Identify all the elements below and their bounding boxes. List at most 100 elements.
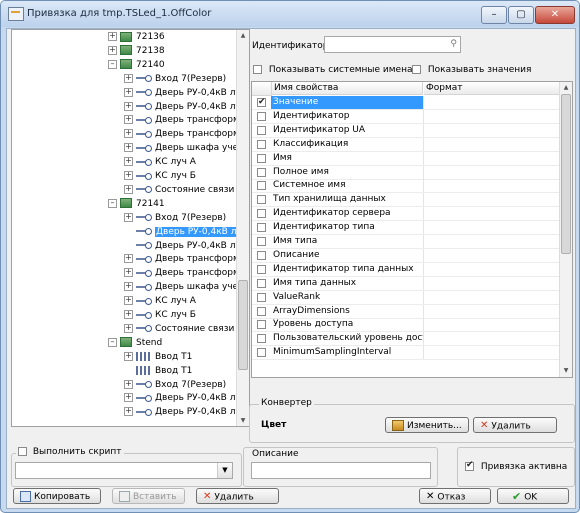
property-format[interactable]: [423, 248, 560, 262]
expand-icon[interactable]: +: [124, 407, 133, 417]
copy-button[interactable]: Копировать: [13, 488, 101, 504]
expand-icon[interactable]: +: [124, 143, 133, 153]
expand-icon[interactable]: +: [124, 184, 133, 194]
close-button[interactable]: ✕: [535, 6, 575, 24]
property-checkbox[interactable]: [257, 320, 266, 330]
property-format[interactable]: [423, 235, 560, 248]
expand-icon[interactable]: +: [124, 393, 133, 403]
property-row[interactable]: Идентификатор: [252, 109, 560, 124]
expand-icon[interactable]: +: [124, 101, 133, 111]
property-checkbox[interactable]: [257, 125, 266, 135]
tree-item[interactable]: + Дверь трансформато: [124, 267, 249, 281]
property-format[interactable]: [423, 221, 560, 235]
search-icon[interactable]: ⚲: [450, 39, 457, 49]
expand-icon[interactable]: +: [108, 32, 117, 41]
ok-button[interactable]: ✔ OK: [497, 488, 569, 504]
property-row[interactable]: Имя: [252, 151, 560, 166]
tree-item[interactable]: + Вход 7(Резерв): [124, 379, 226, 393]
expand-icon[interactable]: +: [124, 254, 133, 264]
maximize-button[interactable]: ▢: [508, 6, 534, 24]
grid-scroll-up-icon[interactable]: ▲: [560, 82, 572, 93]
run-script-checkbox[interactable]: [18, 447, 27, 456]
collapse-icon[interactable]: –: [108, 59, 117, 69]
tree-item[interactable]: – 72140: [108, 59, 165, 73]
property-format[interactable]: [423, 262, 560, 276]
property-format[interactable]: [423, 193, 560, 207]
expand-icon[interactable]: +: [124, 379, 133, 389]
column-header-format[interactable]: Формат: [424, 82, 560, 95]
delete-converter-button[interactable]: ✕ Удалить: [473, 417, 557, 433]
tree-item[interactable]: + Дверь РУ-0,4кВ луч Б: [124, 101, 249, 115]
property-row[interactable]: Уровень доступа: [252, 318, 560, 333]
minimize-button[interactable]: –: [481, 6, 507, 24]
tree-scrollbar[interactable]: ▲ ▼: [236, 30, 249, 426]
show-values-option[interactable]: Показывать значения: [412, 65, 531, 75]
property-checkbox[interactable]: [257, 96, 266, 109]
tree-item[interactable]: + Вход 7(Резерв): [124, 73, 226, 87]
property-format[interactable]: [423, 304, 560, 318]
expand-icon[interactable]: +: [124, 296, 133, 306]
dropdown-arrow-icon[interactable]: ▼: [217, 463, 232, 478]
property-checkbox[interactable]: [257, 348, 266, 358]
tree-item[interactable]: + Дверь трансформато: [124, 253, 249, 267]
property-row[interactable]: ArrayDimensions: [252, 304, 560, 319]
tree-item[interactable]: + Дверь трансформато: [124, 114, 249, 128]
scroll-up-arrow-icon[interactable]: ▲: [237, 30, 249, 41]
property-format[interactable]: [423, 207, 560, 221]
property-row[interactable]: Тип хранилища данных: [252, 193, 560, 208]
property-checkbox[interactable]: [257, 153, 266, 163]
tree-item[interactable]: + КС луч А: [124, 156, 196, 170]
property-format[interactable]: [423, 96, 560, 109]
delete-button[interactable]: ✕ Удалить: [196, 488, 279, 504]
binding-active-checkbox[interactable]: [465, 460, 474, 471]
property-checkbox[interactable]: [257, 139, 266, 149]
property-format[interactable]: [423, 179, 560, 193]
property-checkbox[interactable]: [257, 111, 266, 121]
expand-icon[interactable]: +: [124, 129, 133, 139]
expand-icon[interactable]: +: [108, 45, 117, 55]
properties-grid[interactable]: Имя свойства Формат ЗначениеИдентификато…: [251, 81, 573, 378]
tree-item[interactable]: + Дверь РУ-0,4кВ луч Б: [124, 406, 249, 420]
property-row[interactable]: Идентификатор типа: [252, 221, 560, 236]
property-checkbox[interactable]: [257, 209, 266, 219]
tree-item[interactable]: + КС луч А: [124, 295, 196, 309]
property-checkbox[interactable]: [257, 223, 266, 233]
tree-item[interactable]: Ввод Т1: [124, 365, 192, 379]
cancel-button[interactable]: ✕ Отказ: [419, 488, 491, 504]
title-bar[interactable]: Привязка для tmp.TSLed_1.OffColor – ▢ ✕: [1, 1, 579, 27]
show-values-checkbox[interactable]: [412, 65, 421, 74]
tree-item[interactable]: + Ввод Т1: [124, 351, 192, 365]
grid-scroll-down-icon[interactable]: ▼: [560, 365, 572, 376]
identifier-field[interactable]: ⚲: [324, 36, 461, 53]
tree-item[interactable]: + Дверь РУ-0,4кВ луч А: [124, 392, 249, 406]
expand-icon[interactable]: +: [124, 73, 133, 83]
tree-item[interactable]: + Дверь шкафа учета: [124, 142, 249, 156]
column-header-name[interactable]: Имя свойства: [272, 82, 423, 95]
property-format[interactable]: [423, 290, 560, 304]
property-checkbox[interactable]: [257, 237, 266, 246]
collapse-icon[interactable]: –: [108, 337, 117, 347]
tree-item[interactable]: – Stend: [108, 337, 162, 351]
grid-scrollbar[interactable]: ▲ ▼: [559, 82, 572, 377]
property-checkbox[interactable]: [257, 264, 266, 274]
property-checkbox[interactable]: [257, 306, 266, 316]
expand-icon[interactable]: +: [124, 351, 133, 361]
grid-scroll-thumb[interactable]: [561, 94, 571, 254]
property-checkbox[interactable]: [257, 334, 266, 344]
expand-icon[interactable]: +: [124, 157, 133, 167]
property-checkbox[interactable]: [257, 292, 266, 302]
edit-converter-button[interactable]: Изменить...: [385, 417, 469, 433]
tree-item[interactable]: + Состояние связи: [124, 184, 234, 198]
property-row[interactable]: Пользовательский уровень доступа: [252, 332, 560, 347]
description-field[interactable]: [251, 462, 431, 479]
property-row[interactable]: Имя типа: [252, 235, 560, 249]
property-format[interactable]: [423, 151, 560, 165]
expand-icon[interactable]: +: [124, 282, 133, 292]
script-select[interactable]: ▼: [15, 462, 233, 479]
property-format[interactable]: [423, 318, 560, 332]
tree-item[interactable]: + Дверь трансформато: [124, 128, 249, 142]
tree-scroll-thumb[interactable]: [238, 280, 248, 370]
scroll-down-arrow-icon[interactable]: ▼: [237, 415, 249, 426]
binding-active-option[interactable]: Привязка активна: [465, 460, 567, 472]
property-row[interactable]: Значение: [252, 96, 560, 110]
